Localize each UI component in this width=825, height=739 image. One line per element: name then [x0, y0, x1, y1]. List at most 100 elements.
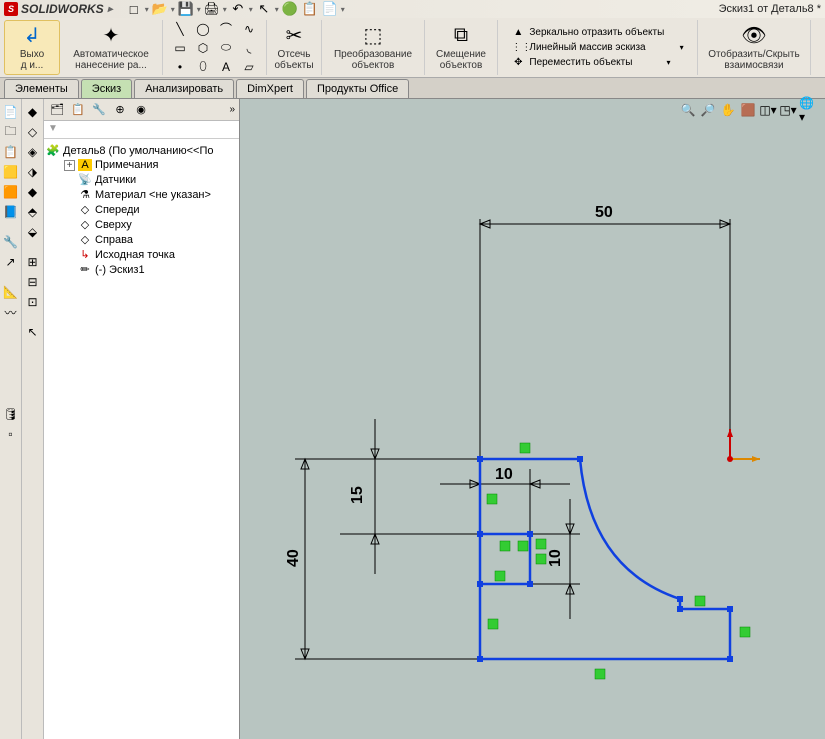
dim-10h[interactable]: 10 — [440, 466, 570, 534]
text-tool[interactable]: A — [215, 58, 237, 76]
tree-tab-5[interactable]: ◉ — [132, 101, 150, 119]
convert-button[interactable]: ⬚ Преобразование объектов — [328, 23, 418, 73]
vbtn-11[interactable]: 🛢 — [2, 405, 20, 423]
vbtn-9[interactable]: 📐 — [2, 283, 20, 301]
trim-button[interactable]: ✂ Отсечь объекты — [273, 23, 315, 73]
quick-access-toolbar: □▾ 📂▾ 💾▾ 🖨▾ ↶▾ ↖▾ 🟢 📋 📄▾ — [125, 0, 345, 18]
tree-front[interactable]: ◇Спереди — [64, 202, 237, 217]
dim-40[interactable]: 40 — [285, 459, 480, 659]
vbtn-3[interactable]: 📋 — [2, 143, 20, 161]
offset-button[interactable]: ⧉ Смещение объектов — [431, 23, 491, 73]
vbtn-12[interactable]: ▫ — [2, 425, 20, 443]
offset-icon: ⧉ — [454, 25, 468, 47]
tree-tab-2[interactable]: 📋 — [69, 101, 87, 119]
tree-tab-1[interactable]: 🗂 — [48, 101, 66, 119]
new-button[interactable]: □ — [125, 0, 143, 18]
mirror-button[interactable]: ▲Зеркально отразить объекты — [509, 26, 685, 39]
autodim-button[interactable]: ✦ Автоматическое нанесение ра... — [66, 23, 156, 73]
v2btn-11[interactable]: ↖ — [24, 323, 42, 341]
tab-sketch[interactable]: Эскиз — [81, 79, 132, 98]
root-label: Деталь8 (По умолчанию<<По — [63, 145, 213, 157]
tree-material[interactable]: ⚗Материал <не указан> — [64, 187, 237, 202]
tree-expand[interactable]: » — [229, 104, 235, 115]
save-button[interactable]: 💾 — [177, 0, 195, 18]
print-button[interactable]: 🖨 — [203, 0, 221, 18]
v2btn-5[interactable]: ◆ — [24, 183, 42, 201]
line-tool[interactable]: ╲ — [169, 20, 191, 38]
v2btn-2[interactable]: ◇ — [24, 123, 42, 141]
exit-sketch-button[interactable]: ↲ Выхо д и... — [11, 23, 53, 73]
tab-analyze[interactable]: Анализировать — [134, 79, 234, 98]
options-button[interactable]: 📋 — [301, 0, 319, 18]
sketch-icon: ✏ — [78, 263, 92, 276]
tab-office[interactable]: Продукты Office — [306, 79, 409, 98]
v2btn-6[interactable]: ⬘ — [24, 203, 42, 221]
menu-arrow-icon[interactable]: ▸ — [108, 4, 113, 15]
dim-10h-value: 10 — [495, 466, 513, 483]
dim-50[interactable]: 50 — [480, 204, 730, 459]
tree-sketch1[interactable]: ✏(-) Эскиз1 — [64, 262, 237, 277]
select-button[interactable]: ↖ — [255, 0, 273, 18]
sketch-tools: ╲ ◯ ⌒ ∿ ▭ ⬡ ⬭ ◟ • ⬯ A ▱ — [169, 20, 260, 76]
help-button[interactable]: 📄 — [321, 0, 339, 18]
tab-dimxpert[interactable]: DimXpert — [236, 79, 304, 98]
tree-annotations[interactable]: +AПримечания — [64, 158, 237, 172]
tree-sensors[interactable]: 📡Датчики — [64, 172, 237, 187]
v2btn-1[interactable]: ◆ — [24, 103, 42, 121]
drawing-canvas[interactable]: 🔍 🔎 ✋ 🟫 ◫▾ ◳▾ 🌐▾ 50 — [240, 99, 825, 739]
spline-tool[interactable]: ∿ — [238, 20, 260, 38]
rect-tool[interactable]: ▭ — [169, 39, 191, 57]
dim-15-value: 15 — [349, 486, 366, 504]
vbtn-2[interactable]: 🗀 — [2, 123, 20, 141]
tree-filter[interactable]: ▼ — [44, 121, 239, 139]
v2btn-7[interactable]: ⬙ — [24, 223, 42, 241]
vbtn-1[interactable]: 📄 — [2, 103, 20, 121]
left-toolbar-1: 📄 🗀 📋 🟨 🟧 📘 🔧 ↗ 📐 〰 🛢 ▫ — [0, 99, 22, 739]
arc-tool[interactable]: ⌒ — [215, 20, 237, 38]
vbtn-5[interactable]: 🟧 — [2, 183, 20, 201]
tree-right[interactable]: ◇Справа — [64, 232, 237, 247]
app-name: SOLIDWORKS — [21, 2, 104, 16]
circle-tool[interactable]: ◯ — [192, 20, 214, 38]
v2btn-8[interactable]: ⊞ — [24, 253, 42, 271]
pattern-button[interactable]: ⋮⋮Линейный массив эскиза▾ — [509, 41, 685, 54]
tree-top[interactable]: ◇Сверху — [64, 217, 237, 232]
v2btn-10[interactable]: ⊡ — [24, 293, 42, 311]
trim-label: Отсечь объекты — [274, 49, 313, 71]
titlebar: S SOLIDWORKS ▸ □▾ 📂▾ 💾▾ 🖨▾ ↶▾ ↖▾ 🟢 📋 📄▾ … — [0, 0, 825, 18]
plane-tool[interactable]: ▱ — [238, 58, 260, 76]
rebuild-button[interactable]: 🟢 — [281, 0, 299, 18]
slot-tool[interactable]: ⬭ — [215, 39, 237, 57]
vbtn-7[interactable]: 🔧 — [2, 233, 20, 251]
vbtn-10[interactable]: 〰 — [2, 303, 20, 321]
open-button[interactable]: 📂 — [151, 0, 169, 18]
dim-15[interactable]: 15 — [340, 419, 480, 574]
v2btn-4[interactable]: ⬗ — [24, 163, 42, 181]
v2btn-3[interactable]: ◈ — [24, 143, 42, 161]
polygon-tool[interactable]: ⬡ — [192, 39, 214, 57]
vbtn-6[interactable]: 📘 — [2, 203, 20, 221]
ellipse-tool[interactable]: ⬯ — [192, 58, 214, 76]
front-label: Спереди — [95, 204, 140, 216]
v2btn-9[interactable]: ⊟ — [24, 273, 42, 291]
fillet-tool[interactable]: ◟ — [238, 39, 260, 57]
expand-icon[interactable]: + — [64, 160, 75, 171]
sketch-profile[interactable] — [480, 459, 730, 659]
plane-icon: ◇ — [78, 233, 92, 246]
relations-button[interactable]: 👁 Отобразить/Скрыть взаимосвязи — [704, 23, 804, 73]
tree-root[interactable]: 🧩 Деталь8 (По умолчанию<<По — [46, 143, 237, 158]
point-tool[interactable]: • — [169, 58, 191, 76]
sensors-icon: 📡 — [78, 173, 92, 186]
part-icon: 🧩 — [46, 144, 60, 157]
move-button[interactable]: ✥Переместить объекты▾ — [509, 56, 685, 69]
dim-50-value: 50 — [595, 204, 613, 221]
tab-features[interactable]: Элементы — [4, 79, 79, 98]
mirror-icon: ▲ — [511, 27, 525, 38]
vbtn-8[interactable]: ↗ — [2, 253, 20, 271]
vbtn-4[interactable]: 🟨 — [2, 163, 20, 181]
tree-toolbar: 🗂 📋 🔧 ⊕ ◉ » — [44, 99, 239, 121]
undo-button[interactable]: ↶ — [229, 0, 247, 18]
tree-tab-3[interactable]: 🔧 — [90, 101, 108, 119]
tree-tab-4[interactable]: ⊕ — [111, 101, 129, 119]
tree-origin[interactable]: ↳Исходная точка — [64, 247, 237, 262]
